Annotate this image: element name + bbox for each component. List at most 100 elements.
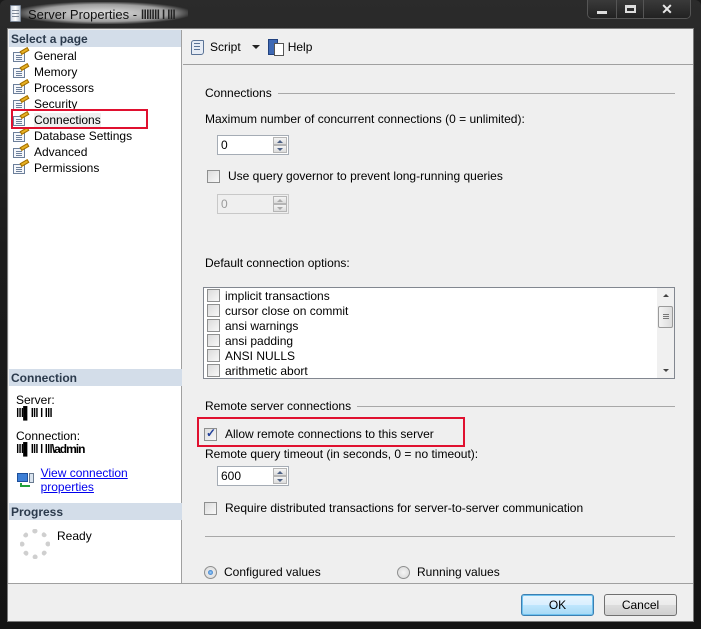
remote-timeout-value[interactable]: 600 <box>221 469 241 483</box>
view-connection-properties-link[interactable]: View connection properties <box>41 466 181 494</box>
spin-down-icon[interactable] <box>273 476 287 484</box>
configured-values-label: Configured values <box>224 565 321 579</box>
option-label: implicit transactions <box>225 288 330 303</box>
group-divider <box>357 405 675 407</box>
list-item[interactable]: cursor close on commit <box>204 303 674 318</box>
spin-up-icon[interactable] <box>273 468 287 476</box>
list-item[interactable]: ansi warnings <box>204 318 674 333</box>
connection-value: ǀǀǀ▌ǀǀǀ ǀ ǀǀǀ\admin <box>16 442 85 456</box>
view-connection-properties[interactable]: View connection properties <box>17 466 181 494</box>
option-label: ANSI NULLS <box>225 348 296 363</box>
checkbox-icon[interactable] <box>207 304 220 317</box>
select-page-header: Select a page <box>9 30 181 47</box>
dialog-client: Select a page General Memory Processors … <box>7 28 694 622</box>
sidebar-item-processors[interactable]: Processors <box>9 79 181 96</box>
distributed-transactions-label: Require distributed transactions for ser… <box>225 501 584 515</box>
close-icon: ✕ <box>661 0 673 17</box>
spin-up-icon[interactable] <box>273 137 287 145</box>
group-divider <box>277 92 675 94</box>
page-label: Memory <box>34 65 78 79</box>
allow-remote-label: Allow remote connections to this server <box>225 427 434 441</box>
caption-buttons: ✕ <box>587 0 691 19</box>
remote-group-title: Remote server connections <box>205 399 352 413</box>
ok-button[interactable]: OK <box>521 594 594 616</box>
checkbox-icon[interactable] <box>207 319 220 332</box>
page-label: Database Settings <box>34 129 133 143</box>
spin-down-icon[interactable] <box>273 145 287 153</box>
checkbox-checked-icon[interactable] <box>204 426 217 441</box>
connection-properties-icon <box>17 472 35 488</box>
running-values-label: Running values <box>417 565 500 579</box>
checkbox-icon[interactable] <box>204 501 217 515</box>
max-connections-spinner[interactable]: 0 <box>217 135 289 155</box>
spinner-buttons <box>273 137 287 153</box>
help-button[interactable]: Help <box>267 37 312 57</box>
window-title: Server Properties - ǀǀǀǀǀǀǀ ǀ ǀǀǀ <box>28 7 176 22</box>
close-button[interactable]: ✕ <box>643 0 690 18</box>
left-panel: Select a page General Memory Processors … <box>9 30 182 583</box>
script-button[interactable]: Script <box>189 37 267 57</box>
maximize-icon <box>624 5 636 13</box>
configured-values-radio[interactable]: Configured values <box>204 565 321 579</box>
scroll-up-icon[interactable] <box>657 288 674 303</box>
script-icon <box>189 39 205 55</box>
checkbox-icon[interactable] <box>207 289 220 302</box>
checkbox-icon[interactable] <box>207 169 220 183</box>
checkbox-icon[interactable] <box>207 364 220 377</box>
server-value: ǀǀǀ▌ǀǀǀ ǀ ǀǀǀ <box>16 406 53 420</box>
query-governor-checkbox[interactable]: Use query governor to prevent long-runni… <box>207 169 503 183</box>
checkbox-icon[interactable] <box>207 349 220 362</box>
sidebar-item-general[interactable]: General <box>9 47 181 64</box>
list-item[interactable]: ansi padding <box>204 333 674 348</box>
page-label: Connections <box>34 113 101 127</box>
connection-header: Connection <box>9 369 182 386</box>
remote-timeout-spinner[interactable]: 600 <box>217 466 289 486</box>
progress-header: Progress <box>9 503 182 520</box>
connections-group-header: Connections <box>205 86 675 100</box>
sidebar-item-permissions[interactable]: Permissions <box>9 159 181 176</box>
page-wand-icon <box>12 111 30 127</box>
sidebar-item-memory[interactable]: Memory <box>9 63 181 80</box>
sidebar-item-connections[interactable]: Connections <box>9 111 181 128</box>
sidebar-item-database-settings[interactable]: Database Settings <box>9 127 181 144</box>
remote-timeout-label: Remote query timeout (in seconds, 0 = no… <box>205 447 479 461</box>
page-label: Permissions <box>34 161 100 175</box>
sidebar-item-security[interactable]: Security <box>9 95 181 112</box>
sidebar-item-advanced[interactable]: Advanced <box>9 143 181 160</box>
remote-group-header: Remote server connections <box>205 399 675 413</box>
radio-selected-icon[interactable] <box>204 565 217 579</box>
page-wand-icon <box>12 159 30 175</box>
spin-down-icon <box>273 204 287 212</box>
toolbar: Script Help <box>183 30 693 65</box>
running-values-radio[interactable]: Running values <box>397 565 500 579</box>
title-bar[interactable]: Server Properties - ǀǀǀǀǀǀǀ ǀ ǀǀǀ ✕ <box>0 0 701 28</box>
radio-icon[interactable] <box>397 565 410 579</box>
list-scrollbar[interactable] <box>657 288 674 378</box>
page-label: Security <box>34 97 78 111</box>
minimize-icon <box>597 10 607 14</box>
checkbox-icon[interactable] <box>207 334 220 347</box>
connection-value-text: ǀǀǀ▌ǀǀǀ ǀ ǀǀǀ\admin <box>16 442 85 456</box>
progress-status: Ready <box>57 529 92 543</box>
list-item[interactable]: arithmetic abort <box>204 363 674 378</box>
minimize-button[interactable] <box>588 0 616 18</box>
list-item[interactable]: ANSI NULLS <box>204 348 674 363</box>
maximize-button[interactable] <box>616 0 643 18</box>
distributed-transactions-checkbox[interactable]: Require distributed transactions for ser… <box>204 501 583 515</box>
default-options-list[interactable]: implicit transactions cursor close on co… <box>203 287 675 379</box>
dialog-footer: OK Cancel <box>8 583 693 621</box>
list-item[interactable]: implicit transactions <box>204 288 674 303</box>
cancel-button[interactable]: Cancel <box>604 594 677 616</box>
allow-remote-checkbox[interactable]: Allow remote connections to this server <box>204 426 434 441</box>
max-connections-value[interactable]: 0 <box>221 138 228 152</box>
option-label: ansi warnings <box>225 318 299 333</box>
scroll-down-icon[interactable] <box>657 363 674 378</box>
scroll-thumb[interactable] <box>658 306 673 328</box>
help-icon <box>267 39 284 56</box>
chevron-down-icon[interactable] <box>251 45 260 49</box>
page-wand-icon <box>12 127 30 143</box>
page-wand-icon <box>12 79 30 95</box>
spin-up-icon <box>273 196 287 204</box>
option-label: ansi padding <box>225 333 294 348</box>
server-properties-window: Server Properties - ǀǀǀǀǀǀǀ ǀ ǀǀǀ ✕ Sele… <box>0 0 701 629</box>
